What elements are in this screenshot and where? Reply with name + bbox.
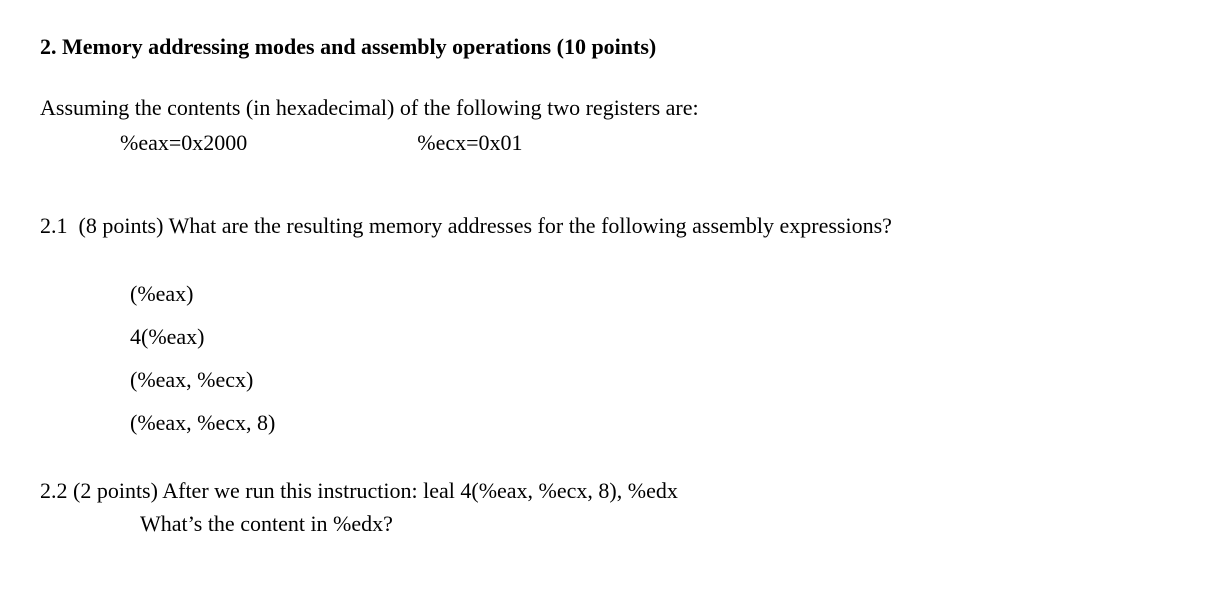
expression-item: (%eax) bbox=[130, 277, 1167, 310]
register-eax: %eax=0x2000 bbox=[120, 126, 247, 159]
q21-prompt: What are the resulting memory addresses … bbox=[169, 213, 892, 238]
q22-line1: 2.2 (2 points) After we run this instruc… bbox=[40, 474, 1167, 507]
expression-item: (%eax, %ecx) bbox=[130, 363, 1167, 396]
question-2-2: 2.2 (2 points) After we run this instruc… bbox=[40, 474, 1167, 540]
register-ecx: %ecx=0x01 bbox=[417, 126, 522, 159]
register-values: %eax=0x2000 %ecx=0x01 bbox=[120, 126, 1167, 159]
expression-item: 4(%eax) bbox=[130, 320, 1167, 353]
q21-points: (8 points) bbox=[79, 213, 164, 238]
expression-list: (%eax) 4(%eax) (%eax, %ecx) (%eax, %ecx,… bbox=[130, 277, 1167, 439]
intro-text: Assuming the contents (in hexadecimal) o… bbox=[40, 91, 1167, 124]
expression-item: (%eax, %ecx, 8) bbox=[130, 406, 1167, 439]
q21-label: 2.1 bbox=[40, 213, 68, 238]
q22-line2: What’s the content in %edx? bbox=[140, 507, 1167, 540]
question-2-1: 2.1 (8 points) What are the resulting me… bbox=[40, 209, 1167, 242]
question-title: 2. Memory addressing modes and assembly … bbox=[40, 30, 1167, 63]
